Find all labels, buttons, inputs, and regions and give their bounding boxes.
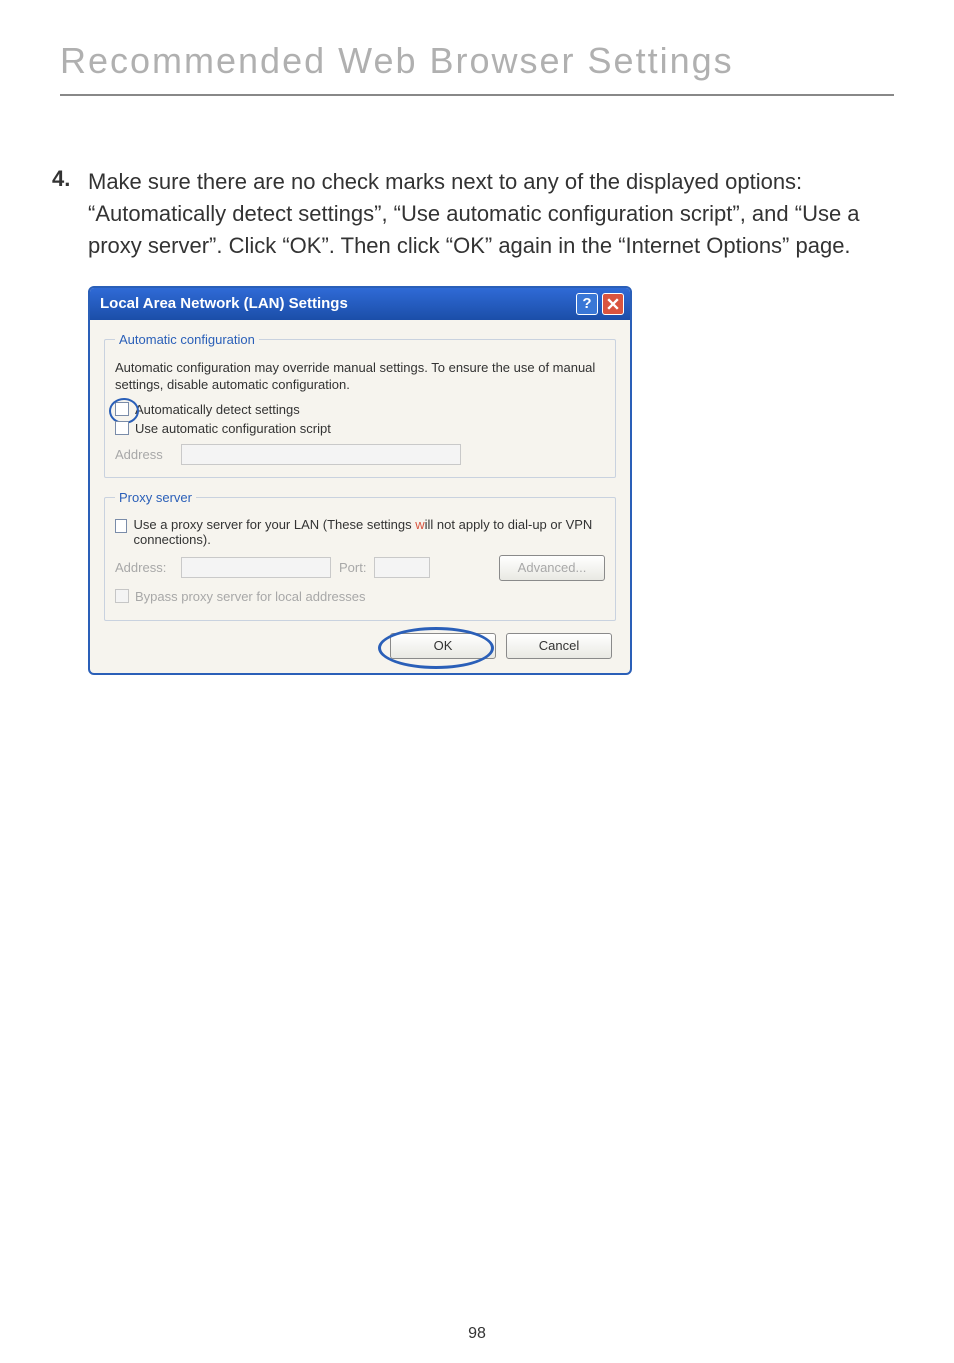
use-proxy-label: Use a proxy server for your LAN (These s…: [133, 517, 605, 547]
step-row: 4. Make sure there are no check marks ne…: [60, 166, 894, 262]
close-button[interactable]: [602, 293, 624, 315]
auto-script-row[interactable]: Use automatic configuration script: [115, 421, 605, 436]
step-text: Make sure there are no check marks next …: [88, 166, 894, 262]
dialog-footer: OK Cancel: [104, 633, 616, 659]
proxy-desc-w: w: [415, 517, 424, 532]
proxy-server-legend: Proxy server: [115, 490, 196, 505]
proxy-address-input: [181, 557, 331, 578]
proxy-address-row: Address: Port: Advanced...: [115, 555, 605, 581]
title-rule: [60, 94, 894, 96]
close-icon: [607, 298, 619, 310]
auto-script-checkbox[interactable]: [115, 421, 129, 435]
use-proxy-row[interactable]: Use a proxy server for your LAN (These s…: [115, 517, 605, 547]
step-number: 4.: [52, 166, 88, 192]
detect-settings-label: Automatically detect settings: [135, 402, 300, 417]
script-address-input: [181, 444, 461, 465]
proxy-server-group: Proxy server Use a proxy server for your…: [104, 490, 616, 621]
detect-settings-row[interactable]: Automatically detect settings: [115, 402, 605, 417]
proxy-address-label: Address:: [115, 560, 173, 575]
proxy-port-input: [374, 557, 430, 578]
bypass-proxy-row: Bypass proxy server for local addresses: [115, 589, 605, 604]
lan-settings-dialog: Local Area Network (LAN) Settings ? Auto…: [88, 286, 632, 675]
automatic-config-desc: Automatic configuration may override man…: [115, 359, 605, 394]
page-number: 98: [0, 1325, 954, 1343]
detect-settings-checkbox[interactable]: [115, 402, 129, 416]
automatic-config-group: Automatic configuration Automatic config…: [104, 332, 616, 478]
proxy-desc-a: Use a proxy server for your LAN (These s…: [133, 517, 415, 532]
page-title: Recommended Web Browser Settings: [60, 40, 894, 82]
ok-highlight: OK: [390, 633, 496, 659]
cancel-button[interactable]: Cancel: [506, 633, 612, 659]
help-button[interactable]: ?: [576, 293, 598, 315]
ok-button[interactable]: OK: [390, 633, 496, 659]
advanced-button: Advanced...: [499, 555, 605, 581]
script-address-row: Address: [115, 444, 605, 465]
proxy-port-label: Port:: [339, 560, 366, 575]
titlebar-buttons: ?: [576, 293, 624, 315]
bypass-proxy-checkbox: [115, 589, 129, 603]
auto-script-label: Use automatic configuration script: [135, 421, 331, 436]
dialog-titlebar: Local Area Network (LAN) Settings ?: [90, 288, 630, 320]
automatic-config-legend: Automatic configuration: [115, 332, 259, 347]
script-address-label: Address: [115, 447, 173, 462]
dialog-body: Automatic configuration Automatic config…: [90, 320, 630, 673]
use-proxy-checkbox[interactable]: [115, 519, 127, 533]
bypass-proxy-label: Bypass proxy server for local addresses: [135, 589, 365, 604]
dialog-title: Local Area Network (LAN) Settings: [100, 295, 348, 312]
